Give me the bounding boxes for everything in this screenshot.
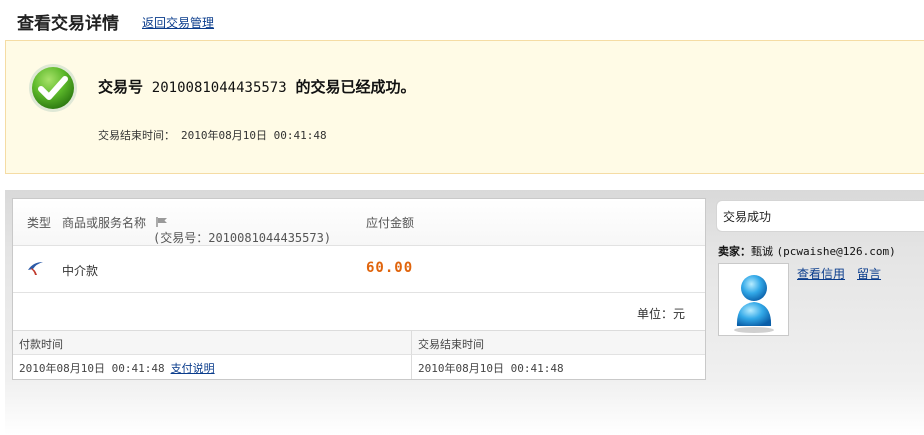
flag-icon[interactable]: [156, 216, 168, 227]
item-name: 中介款: [62, 264, 99, 278]
item-amount: 60.00: [366, 260, 414, 276]
col-trade-no: (交易号：2010081044435573): [153, 214, 331, 245]
trade-no-prefix: 交易号: [98, 78, 144, 96]
col-amount: 应付金额: [366, 216, 415, 230]
currency-unit: 单位：元: [636, 307, 685, 321]
success-notice: 交易号 2010081044435573 的交易已经成功。 交易结束时间： 201…: [5, 40, 924, 174]
page-title: 查看交易详情: [17, 14, 119, 34]
order-detail-panel: 类型 商品或服务名称 (交易号：2010081044435573) 应付金额 中…: [12, 198, 706, 380]
trade-status-tab: 交易成功: [716, 200, 924, 232]
end-time-label: 交易结束时间：: [98, 129, 175, 142]
trade-number: 2010081044435573: [151, 80, 287, 96]
order-item-row: 中介款 60.00: [13, 246, 705, 293]
col-trade-no-text: (交易号：2010081044435573): [153, 231, 332, 245]
view-credit-link[interactable]: 查看信用: [797, 265, 845, 282]
end-time-value: 2010年08月10日 00:41:48: [181, 129, 327, 142]
col-item-name: 商品或服务名称: [62, 216, 147, 230]
seller-label: 卖家：: [718, 245, 751, 258]
end-time-line: 交易结束时间： 2010年08月10日 00:41:48: [98, 127, 327, 143]
seller-name: 甄诚: [751, 245, 773, 258]
payment-info-link[interactable]: 支付说明: [171, 362, 215, 375]
order-table-header: 类型 商品或服务名称 (交易号：2010081044435573) 应付金额: [13, 199, 705, 246]
time-table: 付款时间 交易结束时间 2010年08月10日 00:41:48 支付说明 201…: [13, 330, 705, 380]
user-avatar-icon: [734, 275, 774, 333]
avatar: [718, 263, 789, 336]
end-time-cell: 2010年08月10日 00:41:48: [418, 362, 564, 375]
col-type: 类型: [27, 216, 52, 230]
back-to-trade-management-link[interactable]: 返回交易管理: [142, 14, 214, 31]
pay-time-header: 付款时间: [13, 331, 412, 355]
end-time-header: 交易结束时间: [412, 331, 705, 355]
top-bar: 查看交易详情 返回交易管理: [0, 0, 924, 38]
pay-time-cell: 2010年08月10日 00:41:48 支付说明: [13, 355, 412, 379]
escrow-type-icon: [28, 262, 43, 275]
trade-success-text: 的交易已经成功。: [295, 78, 416, 96]
success-message: 交易号 2010081044435573 的交易已经成功。: [98, 76, 415, 97]
pay-time-value: 2010年08月10日 00:41:48: [19, 362, 165, 375]
seller-info: 卖家：甄诚 (pcwaishe@126.com): [718, 243, 896, 259]
seller-email: (pcwaishe@126.com): [776, 245, 896, 258]
check-circle-icon: [29, 64, 77, 112]
leave-message-link[interactable]: 留言: [857, 265, 881, 282]
